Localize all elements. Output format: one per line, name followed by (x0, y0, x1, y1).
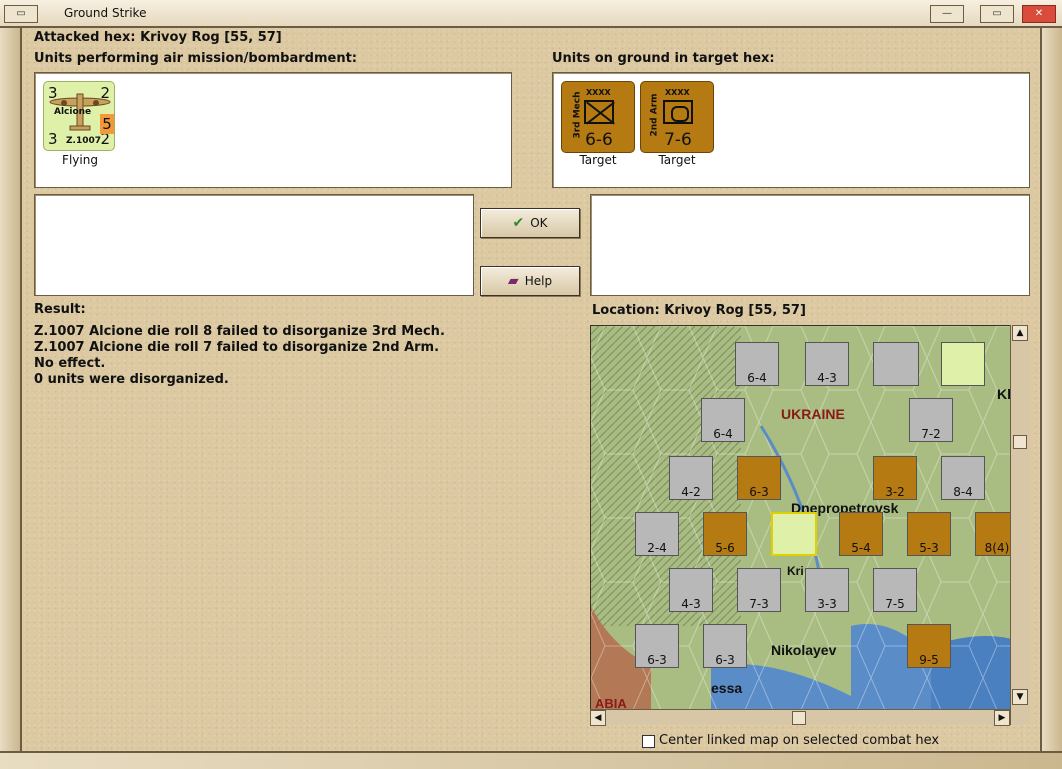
map-air-counter[interactable] (873, 342, 919, 386)
map-counter[interactable]: 9-5 (907, 624, 951, 668)
ground-details-panel (590, 194, 1030, 296)
location-label: Location: Krivoy Rog [55, 57] (592, 303, 806, 318)
map-counter[interactable]: 5-4 (839, 512, 883, 556)
scroll-left-icon[interactable]: ◀ (590, 710, 606, 726)
unit-value: 6-6 (585, 130, 613, 150)
map-counter[interactable]: 3-2 (873, 456, 917, 500)
scroll-up-icon[interactable]: ▲ (1012, 325, 1028, 341)
map-counter[interactable]: 5-3 (907, 512, 951, 556)
system-menu-button[interactable]: ▭ (4, 5, 38, 23)
minimize-button[interactable]: — (930, 5, 964, 23)
map-counter[interactable]: 6-3 (703, 624, 747, 668)
help-button[interactable]: ▰ Help (480, 266, 580, 296)
result-line: 0 units were disorganized. (34, 372, 229, 387)
ok-label: OK (530, 216, 548, 230)
result-line: Z.1007 Alcione die roll 7 failed to diso… (34, 340, 440, 355)
center-map-checkbox[interactable] (642, 735, 655, 748)
center-map-checkbox-label[interactable]: Center linked map on selected combat hex (659, 733, 939, 748)
map-counter[interactable]: 6-3 (737, 456, 781, 500)
vertical-scroll-thumb[interactable] (1013, 435, 1027, 449)
air-unit-name: Alcione (54, 107, 92, 117)
air-details-panel (34, 194, 474, 296)
ground-unit-status-2nd-arm: Target (658, 153, 696, 167)
ground-unit-status-3rd-mech: Target (579, 153, 617, 167)
scroll-right-icon[interactable]: ▶ (994, 710, 1010, 726)
map-counter[interactable]: 6-4 (701, 398, 745, 442)
map-vertical-scrollbar[interactable]: ▲ ▼ (1010, 325, 1030, 725)
map-counter[interactable]: 6-4 (735, 342, 779, 386)
air-units-label: Units performing air mission/bombardment… (34, 51, 358, 66)
map-counter[interactable]: 5-6 (703, 512, 747, 556)
unit-size-label: XXXX (586, 88, 611, 97)
restore-button[interactable]: ▭ (980, 5, 1014, 23)
air-unit-status: Flying (62, 153, 98, 167)
title-bar[interactable]: ▭ Ground Strike — ▭ ✕ (0, 0, 1062, 28)
ground-units-panel: XXXX 3rd Mech 6-6 Target XXXX 2nd Arm 7-… (552, 72, 1030, 188)
ok-button[interactable]: ✔ OK (480, 208, 580, 238)
map-label-ukraine: UKRAINE (781, 406, 845, 422)
attacked-hex-label: Attacked hex: Krivoy Rog [55, 57] (34, 30, 282, 45)
air-unit-counter[interactable]: 3 2 3 2 Alcione Z.1007 5 (43, 81, 115, 151)
map-counter[interactable]: 4-2 (669, 456, 713, 500)
map-horizontal-scrollbar[interactable]: ◀ ▶ (590, 709, 1010, 726)
ground-unit-counter-3rd-mech[interactable]: XXXX 3rd Mech 6-6 (561, 81, 635, 153)
dialog-body: Attacked hex: Krivoy Rog [55, 57] Units … (22, 28, 1040, 751)
unit-size-label: XXXX (665, 88, 690, 97)
unit-value: 7-6 (664, 130, 692, 150)
help-book-icon: ▰ (507, 273, 519, 289)
ground-units-label: Units on ground in target hex: (552, 51, 775, 66)
map-counter[interactable]: 7-5 (873, 568, 917, 612)
horizontal-scroll-thumb[interactable] (792, 711, 806, 725)
ground-strike-window: ▭ Ground Strike — ▭ ✕ Attacked hex: Kriv… (0, 0, 1062, 769)
selected-air-counter[interactable] (771, 512, 817, 556)
map-label-odessa: essa (711, 680, 743, 696)
result-label: Result: (34, 302, 86, 317)
window-frame-bottom (0, 751, 1062, 769)
map-counter[interactable]: 4-3 (669, 568, 713, 612)
map-counter[interactable]: 2-4 (635, 512, 679, 556)
air-units-panel: 3 2 3 2 Alcione Z.1007 5 Flying (34, 72, 512, 188)
map-counter[interactable]: 3-3 (805, 568, 849, 612)
air-unit-type: Z.1007 (66, 136, 101, 146)
map-air-counter[interactable] (941, 342, 985, 386)
map-counter[interactable]: 8-4 (941, 456, 985, 500)
result-line: Z.1007 Alcione die roll 8 failed to diso… (34, 324, 445, 339)
map-counter[interactable]: 7-2 (909, 398, 953, 442)
ground-unit-counter-2nd-arm[interactable]: XXXX 2nd Arm 7-6 (640, 81, 714, 153)
map-counter[interactable]: 4-3 (805, 342, 849, 386)
map-counter[interactable]: 6-3 (635, 624, 679, 668)
result-line: No effect. (34, 356, 106, 371)
help-label: Help (524, 274, 553, 288)
checkmark-icon: ✔ (512, 215, 525, 231)
map-label-krivoy-rog: Kri (787, 564, 804, 578)
mech-symbol-icon (584, 100, 614, 124)
close-button[interactable]: ✕ (1022, 5, 1056, 23)
window-frame-right (1040, 28, 1062, 769)
scroll-down-icon[interactable]: ▼ (1012, 689, 1028, 705)
map-counter[interactable]: 7-3 (737, 568, 781, 612)
window-frame-left (0, 28, 22, 769)
window-title: Ground Strike (64, 6, 147, 20)
air-unit-strength: 5 (100, 114, 114, 134)
linked-map[interactable]: UKRAINE Dnepropetrovsk Nikolayev essa AB… (590, 325, 1030, 725)
armor-symbol-icon (663, 100, 693, 124)
map-label-nikolayev: Nikolayev (771, 642, 837, 658)
